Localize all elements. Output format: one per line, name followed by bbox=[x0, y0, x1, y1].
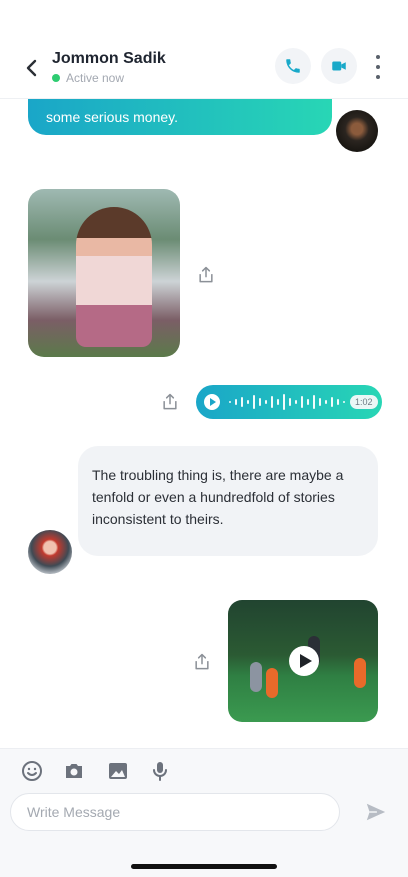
share-icon[interactable] bbox=[160, 392, 180, 412]
more-options-button[interactable] bbox=[372, 55, 384, 79]
incoming-photo[interactable] bbox=[28, 189, 180, 357]
camera-icon[interactable] bbox=[62, 759, 86, 783]
voice-duration: 1:02 bbox=[350, 395, 378, 409]
message-list[interactable]: some serious money. 1:02 The troubling t… bbox=[0, 98, 408, 748]
emoji-icon[interactable] bbox=[20, 759, 44, 783]
contact-avatar bbox=[28, 530, 72, 574]
online-dot bbox=[52, 74, 60, 82]
share-icon[interactable] bbox=[196, 265, 216, 285]
phone-icon bbox=[286, 59, 300, 73]
composer bbox=[0, 748, 408, 877]
status-indicator: Active now bbox=[52, 71, 124, 85]
video-icon bbox=[332, 61, 346, 71]
video-figure bbox=[354, 658, 366, 688]
voice-message[interactable]: 1:02 bbox=[196, 385, 382, 419]
send-icon[interactable] bbox=[364, 801, 388, 823]
play-icon[interactable] bbox=[289, 646, 319, 676]
image-icon[interactable] bbox=[106, 759, 130, 783]
my-avatar bbox=[336, 110, 378, 152]
video-call-button[interactable] bbox=[321, 48, 357, 84]
message-input[interactable] bbox=[10, 793, 340, 831]
video-figure bbox=[266, 668, 278, 698]
video-message[interactable] bbox=[228, 600, 378, 722]
back-arrow-icon[interactable] bbox=[20, 56, 44, 80]
outgoing-text: some serious money. bbox=[46, 108, 179, 125]
outgoing-text-bubble: some serious money. bbox=[28, 98, 332, 135]
incoming-text: The troubling thing is, there are maybe … bbox=[92, 467, 344, 527]
chat-header: Jommon Sadik Active now bbox=[0, 0, 408, 99]
video-figure bbox=[250, 662, 262, 692]
share-icon[interactable] bbox=[192, 652, 212, 672]
voice-call-button[interactable] bbox=[275, 48, 311, 84]
contact-name: Jommon Sadik bbox=[52, 50, 166, 67]
play-icon[interactable] bbox=[204, 394, 220, 410]
more-icon bbox=[376, 55, 380, 59]
home-indicator bbox=[131, 864, 277, 869]
waveform bbox=[229, 394, 345, 410]
mic-icon[interactable] bbox=[148, 759, 172, 783]
incoming-text-bubble: The troubling thing is, there are maybe … bbox=[78, 446, 378, 556]
photo-content bbox=[76, 207, 152, 347]
status-text: Active now bbox=[66, 71, 125, 85]
